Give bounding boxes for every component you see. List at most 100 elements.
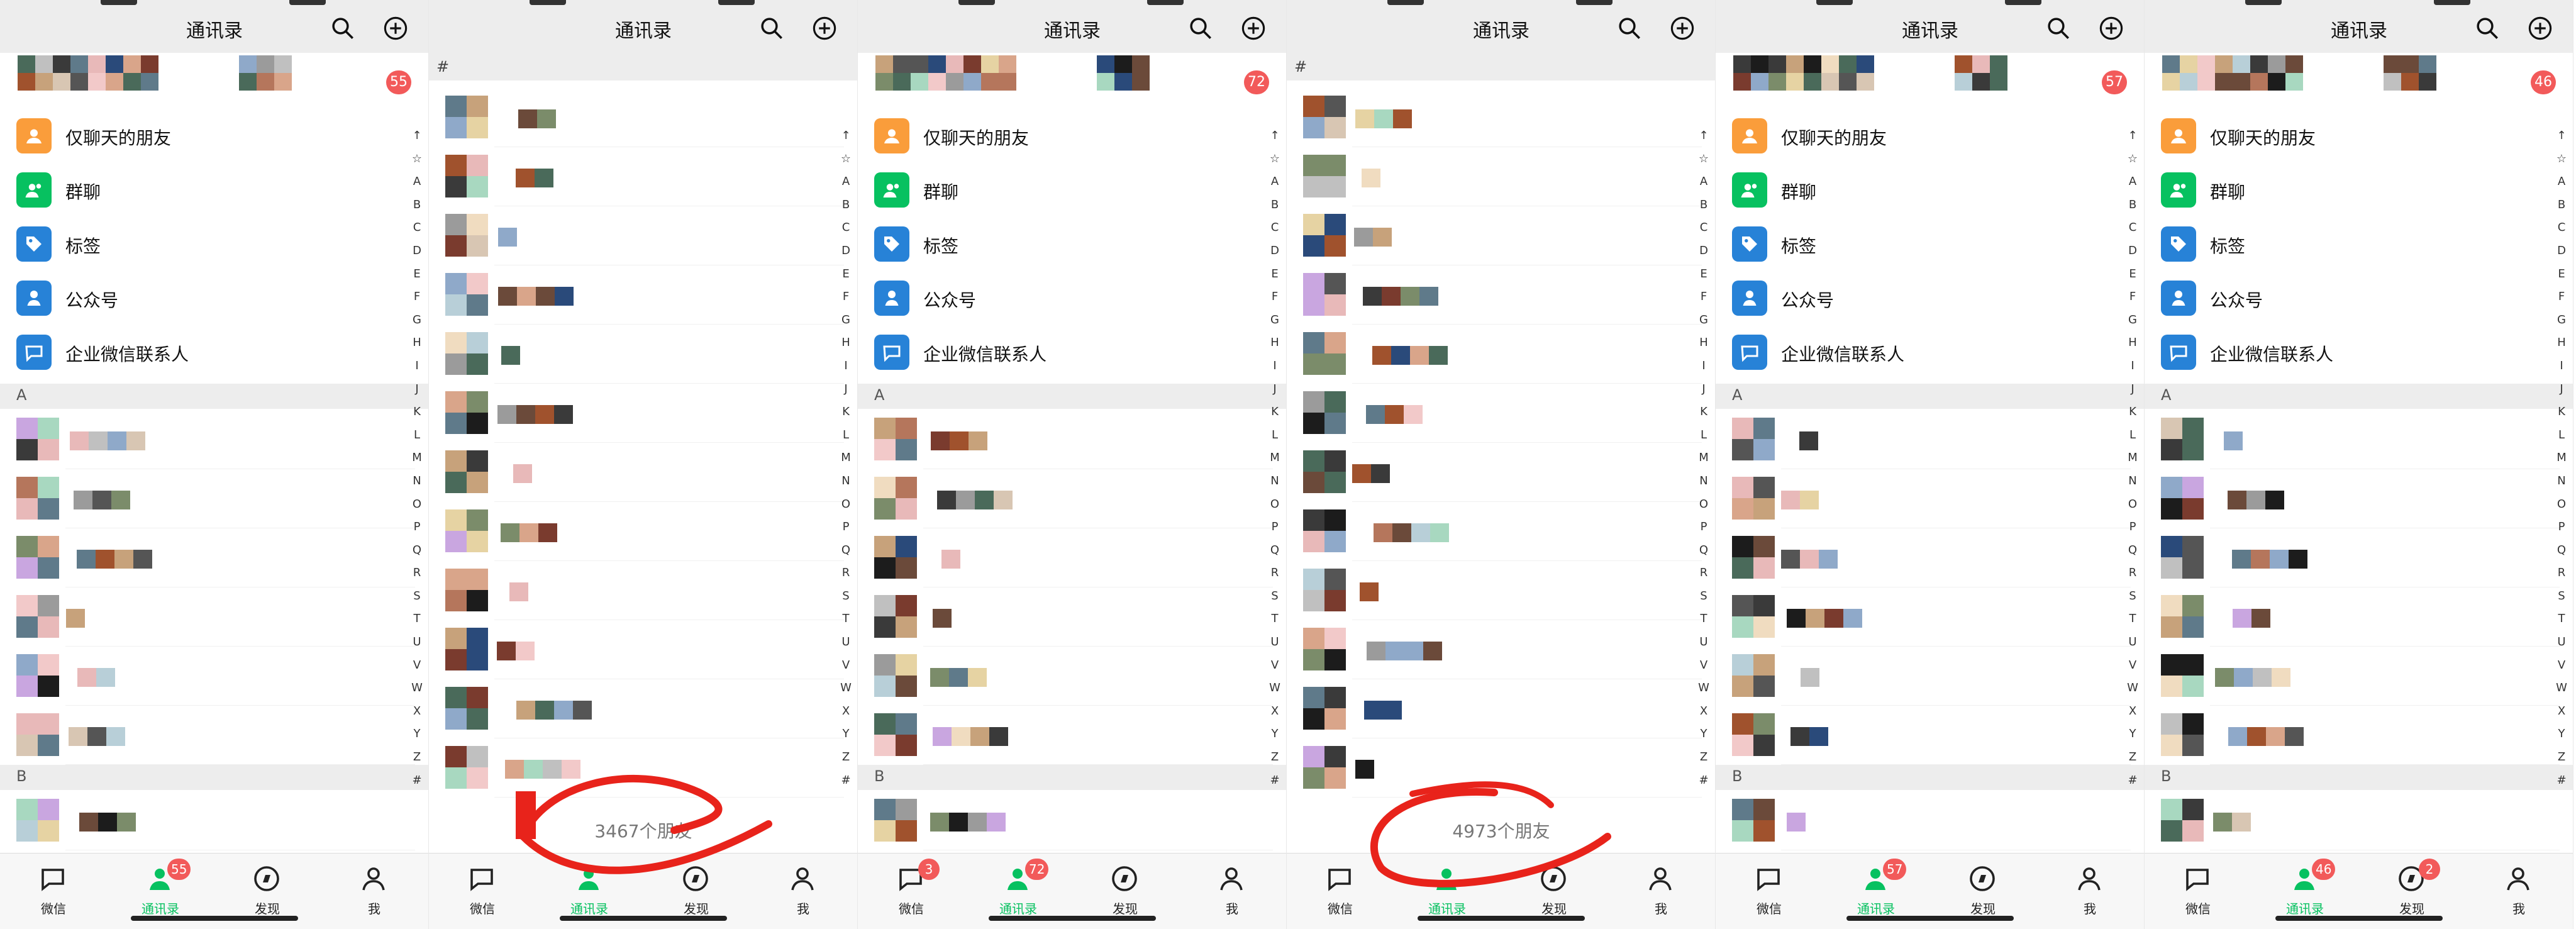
contact-row[interactable] xyxy=(2145,706,2560,765)
index-letter[interactable]: Y xyxy=(1265,723,1284,746)
index-letter[interactable]: Y xyxy=(408,723,426,746)
index-letter[interactable]: E xyxy=(1265,263,1284,286)
function-row-tag[interactable]: 标签 xyxy=(2145,216,2560,270)
alphabet-index[interactable]: ↑ ☆ A B C D E F G H I J K L M N O P Q R S T U V W X Y Z # xyxy=(2552,125,2571,792)
index-letter[interactable]: F xyxy=(2123,286,2142,309)
index-letter[interactable]: N xyxy=(2123,470,2142,493)
index-letter[interactable]: G xyxy=(408,309,426,332)
tab-me[interactable]: 我 xyxy=(2465,854,2572,929)
contact-row[interactable] xyxy=(1716,528,2131,587)
contact-row[interactable] xyxy=(0,791,415,850)
index-letter[interactable]: A xyxy=(1265,170,1284,194)
index-letter[interactable]: C xyxy=(2123,216,2142,240)
tab-me[interactable]: 我 xyxy=(321,854,428,929)
tab-chat[interactable]: 微信 xyxy=(2145,854,2251,929)
index-letter[interactable]: X xyxy=(2123,700,2142,723)
index-letter[interactable]: N xyxy=(1265,470,1284,493)
contact-row[interactable] xyxy=(1716,791,2131,850)
index-letter[interactable]: S xyxy=(1265,585,1284,608)
index-letter[interactable]: A xyxy=(2123,170,2142,194)
contact-row[interactable] xyxy=(0,528,415,587)
index-letter[interactable]: J xyxy=(2552,378,2571,401)
contact-row[interactable] xyxy=(858,706,1273,765)
add-plus-icon[interactable] xyxy=(2527,15,2553,42)
index-letter[interactable]: B xyxy=(1265,194,1284,217)
index-letter[interactable]: V xyxy=(1265,654,1284,677)
function-row-wecom-contact[interactable]: 企业微信联系人 xyxy=(858,325,1273,379)
index-letter[interactable]: H xyxy=(1265,331,1284,355)
index-letter[interactable]: L xyxy=(1265,424,1284,447)
index-letter[interactable]: V xyxy=(408,654,426,677)
function-row-only-chat-friends[interactable]: 仅聊天的朋友 xyxy=(0,108,415,162)
index-letter[interactable]: M xyxy=(2552,447,2571,470)
index-letter[interactable]: R xyxy=(2123,562,2142,585)
contact-row[interactable] xyxy=(2145,647,2560,706)
index-letter[interactable]: ☆ xyxy=(2552,148,2571,171)
index-letter[interactable]: # xyxy=(2552,769,2571,793)
add-plus-icon[interactable] xyxy=(2098,15,2124,42)
index-letter[interactable]: I xyxy=(2552,355,2571,378)
contact-row[interactable] xyxy=(858,528,1273,587)
function-row-wecom-contact[interactable]: 企业微信联系人 xyxy=(1716,325,2131,379)
index-letter[interactable]: Z xyxy=(1265,746,1284,769)
index-letter[interactable]: Q xyxy=(1265,539,1284,562)
index-letter[interactable]: C xyxy=(1265,216,1284,240)
index-letter[interactable]: T xyxy=(2123,608,2142,631)
index-letter[interactable]: P xyxy=(408,516,426,539)
index-letter[interactable]: J xyxy=(408,378,426,401)
function-row-tag[interactable]: 标签 xyxy=(858,216,1273,270)
index-letter[interactable]: ↑ xyxy=(2123,125,2142,148)
search-icon[interactable] xyxy=(1187,15,1214,42)
index-letter[interactable]: J xyxy=(1265,378,1284,401)
index-letter[interactable]: I xyxy=(2123,355,2142,378)
index-letter[interactable]: H xyxy=(2123,331,2142,355)
add-plus-icon[interactable] xyxy=(382,15,409,42)
index-letter[interactable]: # xyxy=(2123,769,2142,793)
index-letter[interactable]: L xyxy=(2123,424,2142,447)
function-row-official-account[interactable]: 公众号 xyxy=(0,270,415,325)
function-row-only-chat-friends[interactable]: 仅聊天的朋友 xyxy=(2145,108,2560,162)
index-letter[interactable]: U xyxy=(408,631,426,654)
contact-row[interactable] xyxy=(0,587,415,647)
alphabet-index[interactable]: ↑ ☆ A B C D E F G H I J K L M N O P Q R S T U V W X Y Z # xyxy=(1265,125,1284,792)
index-letter[interactable]: ☆ xyxy=(2123,148,2142,171)
index-letter[interactable]: G xyxy=(1265,309,1284,332)
index-letter[interactable]: F xyxy=(408,286,426,309)
index-letter[interactable]: L xyxy=(408,424,426,447)
index-letter[interactable]: M xyxy=(2123,447,2142,470)
index-letter[interactable]: T xyxy=(408,608,426,631)
function-row-group-chat[interactable]: 群聊 xyxy=(0,162,415,216)
index-letter[interactable]: O xyxy=(408,493,426,516)
function-row-official-account[interactable]: 公众号 xyxy=(1716,270,2131,325)
contact-row[interactable] xyxy=(2145,469,2560,528)
index-letter[interactable]: G xyxy=(2123,309,2142,332)
contact-row[interactable] xyxy=(858,791,1273,850)
index-letter[interactable]: B xyxy=(2552,194,2571,217)
index-letter[interactable]: E xyxy=(408,263,426,286)
index-letter[interactable]: Y xyxy=(2552,723,2571,746)
index-letter[interactable]: D xyxy=(2552,240,2571,263)
index-letter[interactable]: T xyxy=(1265,608,1284,631)
index-letter[interactable]: M xyxy=(1265,447,1284,470)
function-row-official-account[interactable]: 公众号 xyxy=(858,270,1273,325)
add-plus-icon[interactable] xyxy=(1240,15,1267,42)
contact-row[interactable] xyxy=(858,410,1273,469)
index-letter[interactable]: V xyxy=(2123,654,2142,677)
search-icon[interactable] xyxy=(2474,15,2501,42)
search-icon[interactable] xyxy=(2045,15,2072,42)
function-row-tag[interactable]: 标签 xyxy=(1716,216,2131,270)
index-letter[interactable]: T xyxy=(2552,608,2571,631)
index-letter[interactable]: N xyxy=(408,470,426,493)
index-letter[interactable]: W xyxy=(1265,677,1284,700)
index-letter[interactable]: # xyxy=(408,769,426,793)
tab-chat[interactable]: 微信 xyxy=(1716,854,1823,929)
index-letter[interactable]: S xyxy=(408,585,426,608)
contact-row[interactable] xyxy=(1716,587,2131,647)
search-icon[interactable] xyxy=(330,15,356,42)
contact-row[interactable] xyxy=(0,469,415,528)
index-letter[interactable]: O xyxy=(2552,493,2571,516)
index-letter[interactable]: X xyxy=(1265,700,1284,723)
index-letter[interactable]: E xyxy=(2552,263,2571,286)
index-letter[interactable]: E xyxy=(2123,263,2142,286)
contact-row[interactable] xyxy=(1716,410,2131,469)
